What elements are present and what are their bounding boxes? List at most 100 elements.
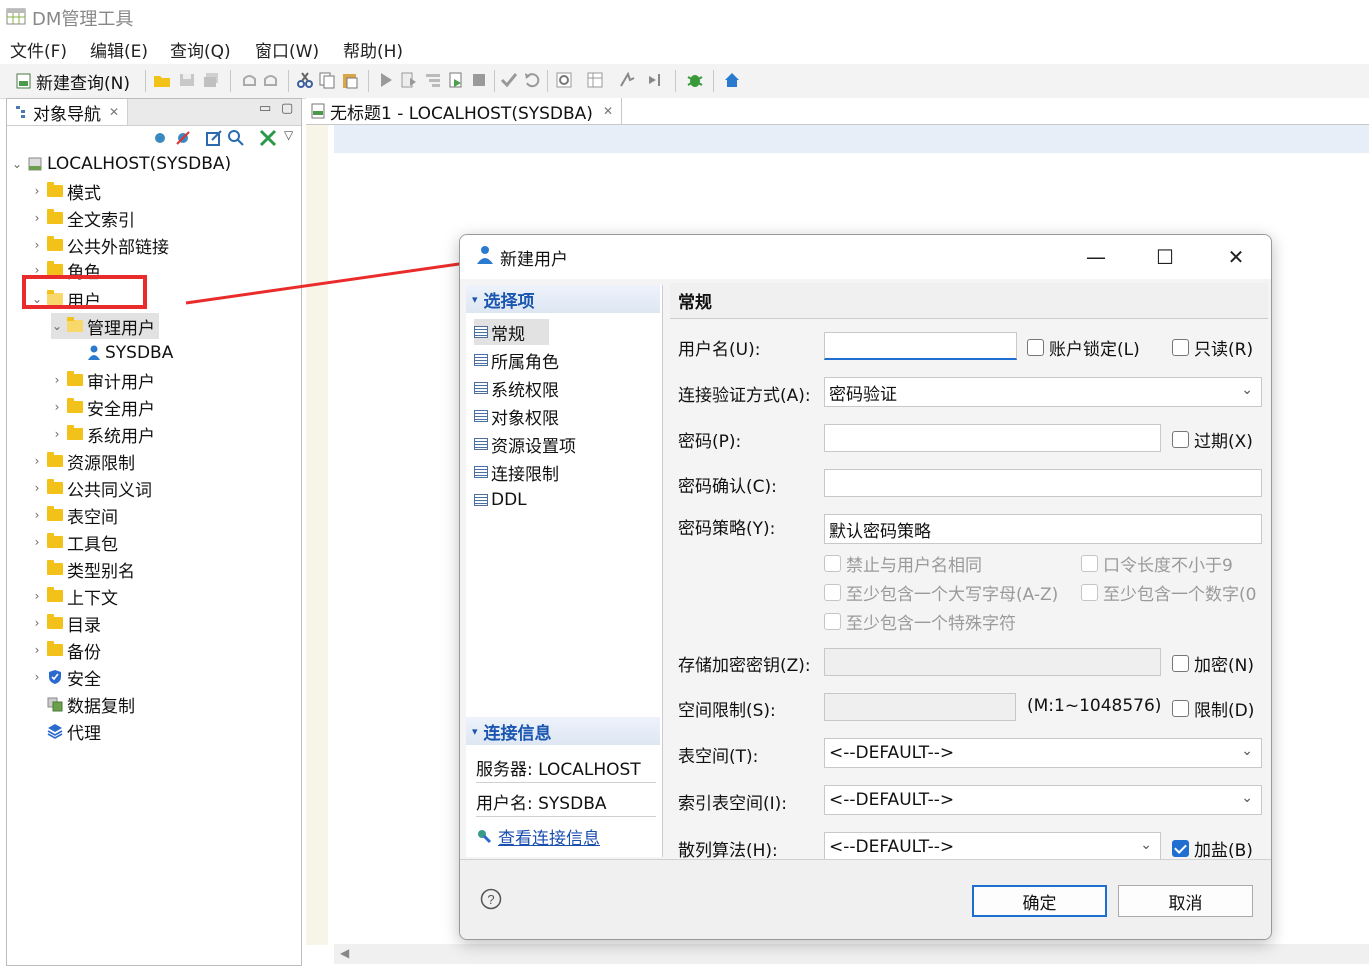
checkbox-box[interactable] bbox=[1027, 339, 1044, 356]
maximize-button[interactable]: ☐ bbox=[1150, 243, 1180, 271]
edit-icon[interactable] bbox=[205, 129, 223, 147]
tree-node-type-alias[interactable]: 类型别名 bbox=[31, 556, 135, 582]
confirm-password-input[interactable] bbox=[824, 469, 1262, 497]
account-lock-checkbox[interactable]: 账户锁定(L) bbox=[1027, 335, 1140, 360]
checkbox-box[interactable] bbox=[1172, 655, 1189, 672]
checkbox-box[interactable] bbox=[1172, 431, 1189, 448]
copy-icon[interactable] bbox=[318, 71, 336, 89]
readonly-checkbox[interactable]: 只读(R) bbox=[1172, 335, 1253, 360]
index-tablespace-select[interactable]: <--DEFAULT--> ⌄ bbox=[824, 785, 1262, 815]
chevron-right-icon[interactable]: › bbox=[31, 589, 43, 603]
chevron-right-icon[interactable]: › bbox=[31, 670, 43, 684]
tablespace-select[interactable]: <--DEFAULT--> ⌄ bbox=[824, 738, 1262, 768]
chevron-down-icon[interactable]: ▾ bbox=[472, 725, 478, 738]
cut-icon[interactable] bbox=[296, 71, 314, 89]
tree-node-backup[interactable]: › 备份 bbox=[31, 637, 101, 663]
chevron-right-icon[interactable]: › bbox=[31, 643, 43, 657]
step-over-icon[interactable] bbox=[647, 71, 665, 89]
grid-search-icon[interactable] bbox=[586, 71, 604, 89]
new-query-button[interactable]: 新建查询(N) bbox=[16, 68, 130, 94]
option-object-privileges[interactable]: 对象权限 bbox=[474, 403, 559, 429]
chevron-right-icon[interactable]: › bbox=[51, 373, 63, 387]
checkbox-box[interactable] bbox=[1172, 339, 1189, 356]
close-button[interactable]: ✕ bbox=[1221, 243, 1251, 271]
tree-node-public-synonym[interactable]: › 公共同义词 bbox=[31, 475, 152, 501]
paste-icon[interactable] bbox=[341, 71, 359, 89]
encrypt-checkbox[interactable]: 加密(N) bbox=[1172, 651, 1254, 676]
chevron-right-icon[interactable]: › bbox=[31, 211, 43, 225]
rollback-icon[interactable] bbox=[523, 71, 541, 89]
tree-node-directory[interactable]: › 目录 bbox=[31, 610, 101, 636]
chevron-right-icon[interactable]: › bbox=[31, 508, 43, 522]
save-icon[interactable] bbox=[178, 71, 196, 89]
close-icon[interactable]: ✕ bbox=[109, 105, 119, 119]
option-ddl[interactable]: DDL bbox=[474, 487, 527, 513]
cancel-button[interactable]: 取消 bbox=[1118, 885, 1253, 917]
password-input[interactable] bbox=[824, 424, 1161, 452]
menu-help[interactable]: 帮助(H) bbox=[343, 37, 403, 62]
password-policy-field[interactable]: 默认密码策略 bbox=[824, 514, 1262, 544]
find-table-icon[interactable] bbox=[555, 71, 573, 89]
chevron-down-icon[interactable]: ▾ bbox=[472, 293, 478, 306]
menu-query[interactable]: 查询(Q) bbox=[170, 37, 231, 62]
editor-current-line[interactable] bbox=[334, 125, 1369, 153]
tree-node-audit-users[interactable]: › 审计用户 bbox=[51, 367, 155, 393]
debug-step-icon[interactable] bbox=[618, 71, 636, 89]
search-icon[interactable] bbox=[227, 129, 245, 147]
tree-node-security-users[interactable]: › 安全用户 bbox=[51, 394, 155, 420]
tree-node-package[interactable]: › 工具包 bbox=[31, 529, 118, 555]
conn-info-section-header[interactable]: ▾ 连接信息 bbox=[466, 717, 660, 745]
save-all-icon[interactable] bbox=[202, 71, 220, 89]
maximize-panel-icon[interactable]: ▢ bbox=[281, 101, 293, 116]
disconnect-icon[interactable] bbox=[174, 129, 192, 147]
export-icon[interactable] bbox=[447, 71, 465, 89]
home-icon[interactable] bbox=[723, 71, 741, 89]
run-script-icon[interactable] bbox=[400, 71, 418, 89]
tree-node-localhost[interactable]: ⌄ LOCALHOST(SYSDBA) bbox=[11, 151, 231, 177]
horizontal-scrollbar[interactable]: ◀ bbox=[334, 944, 1369, 964]
tree-node-fulltext-index[interactable]: › 全文索引 bbox=[31, 205, 135, 231]
minimize-button[interactable]: — bbox=[1081, 243, 1111, 271]
explain-icon[interactable] bbox=[424, 71, 442, 89]
limit-checkbox[interactable]: 限制(D) bbox=[1172, 696, 1254, 721]
ok-button[interactable]: 确定 bbox=[972, 885, 1107, 917]
tree-node-agent[interactable]: 代理 bbox=[31, 718, 101, 744]
close-icon[interactable]: ✕ bbox=[603, 104, 613, 118]
undo-icon[interactable] bbox=[240, 71, 258, 89]
checkbox-box[interactable] bbox=[1172, 700, 1189, 717]
tree-node-security[interactable]: › 安全 bbox=[31, 664, 101, 690]
tree-node-schema[interactable]: › 模式 bbox=[31, 178, 101, 204]
tree-node-sysdba[interactable]: SYSDBA bbox=[87, 340, 173, 366]
scroll-left-icon[interactable]: ◀ bbox=[340, 946, 349, 960]
view-conn-info-link[interactable]: 查看连接信息 bbox=[498, 824, 600, 849]
chevron-right-icon[interactable]: › bbox=[31, 616, 43, 630]
hash-algorithm-select[interactable]: <--DEFAULT--> ⌄ bbox=[824, 832, 1161, 862]
tab-untitled-query[interactable]: 无标题1 - LOCALHOST(SYSDBA) ✕ bbox=[306, 98, 622, 124]
menu-edit[interactable]: 编辑(E) bbox=[90, 37, 148, 62]
view-menu-icon[interactable]: ▽ bbox=[284, 128, 293, 142]
expand-all-icon[interactable] bbox=[259, 129, 277, 147]
auth-method-select[interactable]: 密码验证 ⌄ bbox=[824, 377, 1262, 407]
tree-node-resource-limit[interactable]: › 资源限制 bbox=[31, 448, 135, 474]
menu-file[interactable]: 文件(F) bbox=[10, 37, 67, 62]
tree-node-public-dblink[interactable]: › 公共外部链接 bbox=[31, 232, 169, 258]
expire-checkbox[interactable]: 过期(X) bbox=[1172, 427, 1253, 452]
bug-icon[interactable] bbox=[686, 71, 704, 89]
options-section-header[interactable]: ▾ 选择项 bbox=[466, 285, 660, 313]
view-conn-info-row[interactable]: 查看连接信息 bbox=[476, 821, 656, 851]
chevron-right-icon[interactable]: › bbox=[51, 400, 63, 414]
chevron-right-icon[interactable]: › bbox=[31, 238, 43, 252]
option-general[interactable]: 常规 bbox=[474, 319, 549, 345]
connect-icon[interactable] bbox=[151, 129, 169, 147]
option-system-privileges[interactable]: 系统权限 bbox=[474, 375, 559, 401]
minimize-panel-icon[interactable]: ▭ bbox=[259, 101, 271, 116]
open-folder-icon[interactable] bbox=[153, 71, 171, 89]
commit-icon[interactable] bbox=[500, 71, 518, 89]
username-input[interactable] bbox=[824, 332, 1017, 360]
tree-node-admin-users[interactable]: ⌄ 管理用户 bbox=[51, 313, 159, 339]
tree-node-tablespace[interactable]: › 表空间 bbox=[31, 502, 118, 528]
menu-window[interactable]: 窗口(W) bbox=[255, 37, 319, 62]
chevron-right-icon[interactable]: › bbox=[31, 184, 43, 198]
option-connection-limits[interactable]: 连接限制 bbox=[474, 459, 559, 485]
tab-object-navigator[interactable]: 对象导航 ✕ bbox=[7, 99, 129, 125]
